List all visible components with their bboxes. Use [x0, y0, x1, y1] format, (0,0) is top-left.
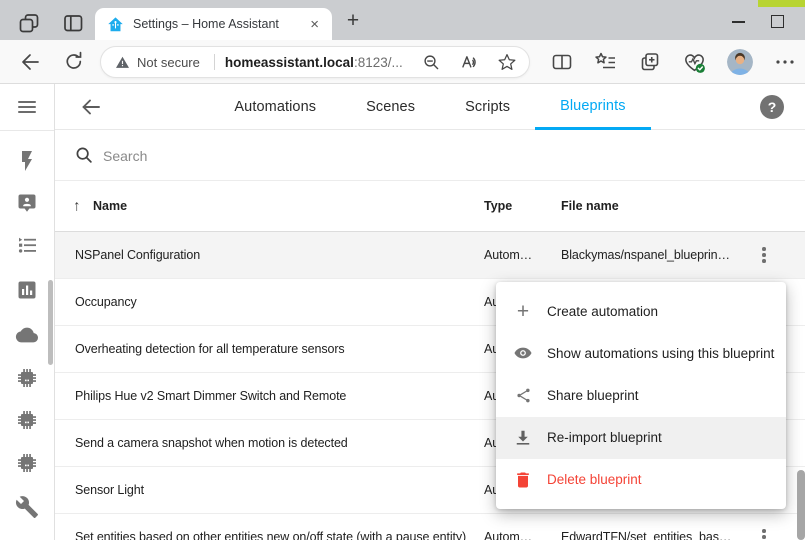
sidebar-item-chip-icon-2[interactable]	[15, 408, 39, 432]
row-name: NSPanel Configuration	[75, 248, 200, 262]
row-overflow-icon[interactable]	[752, 243, 776, 267]
search-input[interactable]	[101, 142, 705, 170]
sidebar-item-map-person-icon[interactable]	[15, 191, 39, 215]
tab-scripts[interactable]: Scripts	[440, 84, 535, 130]
split-screen-icon[interactable]	[550, 50, 574, 74]
row-name: Set entities based on other entities new…	[75, 530, 466, 540]
sidebar-item-logbook-icon[interactable]	[15, 233, 39, 257]
share-icon	[513, 385, 533, 405]
row-file: Blackymas/nspanel_blueprin…	[561, 248, 730, 262]
sidebar-scrollbar[interactable]	[48, 280, 53, 365]
close-tab-icon[interactable]: ×	[307, 16, 322, 33]
ha-nav-tabs: Automations Scenes Scripts Blueprints	[55, 84, 805, 130]
sidebar-item-cloud-icon[interactable]	[15, 323, 39, 347]
delete-icon	[513, 470, 533, 490]
url-suffix[interactable]: :8123/...	[354, 55, 403, 70]
more-menu-icon[interactable]	[773, 50, 797, 74]
menu-item-create-automation[interactable]: + Create automation	[496, 290, 786, 332]
row-type: Autom…	[484, 248, 532, 262]
ha-sidebar	[0, 84, 55, 540]
new-tab-icon[interactable]: +	[341, 8, 365, 34]
row-file: EdwardTFN/set_entities_bas…	[561, 530, 731, 540]
favorites-list-icon[interactable]	[594, 50, 618, 74]
menu-item-delete-blueprint[interactable]: Delete blueprint	[496, 459, 786, 501]
table-row[interactable]: Set entities based on other entities new…	[55, 514, 805, 540]
row-type: Autom…	[484, 530, 532, 540]
download-icon	[513, 428, 533, 448]
back-icon[interactable]	[18, 50, 42, 74]
help-icon[interactable]: ?	[760, 95, 784, 119]
browser-tabstrip: Settings – Home Assistant × +	[0, 0, 805, 40]
browser-toolbar: Not secure homeassistant.local:8123/...	[0, 40, 805, 84]
sidebar-item-chip-icon-1[interactable]	[15, 366, 39, 390]
collections-icon[interactable]	[638, 50, 662, 74]
row-name: Sensor Light	[75, 483, 144, 497]
column-file-name[interactable]: File name	[561, 199, 619, 213]
menu-item-show-automations[interactable]: Show automations using this blueprint	[496, 332, 786, 374]
not-secure-warning-icon	[115, 55, 130, 70]
favorite-star-icon[interactable]	[497, 52, 517, 72]
row-name: Occupancy	[75, 295, 137, 309]
browser-window: { "colors": { "accent_blue": "#03a9f4", …	[0, 0, 805, 540]
plus-icon: +	[513, 301, 533, 321]
row-name: Send a camera snapshot when motion is de…	[75, 436, 348, 450]
home-assistant-favicon	[107, 16, 124, 33]
read-aloud-icon[interactable]	[459, 52, 480, 73]
security-label[interactable]: Not secure	[137, 55, 200, 70]
menu-item-reimport-blueprint[interactable]: Re-import blueprint	[496, 417, 786, 459]
workspaces-panel-icon[interactable]	[61, 11, 85, 35]
row-name: Overheating detection for all temperatur…	[75, 342, 345, 356]
sidebar-item-chip-icon-3[interactable]	[15, 451, 39, 475]
zoom-out-icon[interactable]	[421, 52, 442, 73]
tab-blueprints[interactable]: Blueprints	[535, 84, 650, 130]
desktop-background-strip	[758, 0, 805, 7]
row-name: Philips Hue v2 Smart Dimmer Switch and R…	[75, 389, 346, 403]
blueprint-context-menu: + Create automation Show automations usi…	[496, 282, 786, 509]
profile-avatar[interactable]	[727, 49, 753, 75]
address-bar[interactable]: Not secure homeassistant.local:8123/...	[100, 46, 530, 78]
sidebar-item-history-icon[interactable]	[15, 278, 39, 302]
sort-asc-icon[interactable]: ↑	[73, 198, 81, 215]
sidebar-header	[0, 84, 54, 131]
menu-item-share-blueprint[interactable]: Share blueprint	[496, 374, 786, 416]
tab-title: Settings – Home Assistant	[133, 17, 307, 31]
minimize-icon[interactable]	[732, 21, 745, 23]
row-overflow-icon[interactable]	[752, 525, 776, 540]
browser-tab[interactable]: Settings – Home Assistant ×	[95, 8, 332, 40]
refresh-icon[interactable]	[62, 50, 86, 74]
tab-automations[interactable]: Automations	[209, 84, 341, 130]
table-header: ↑ Name Type File name	[55, 181, 805, 232]
column-type[interactable]: Type	[484, 199, 512, 213]
column-name[interactable]: Name	[93, 199, 127, 213]
tab-scenes[interactable]: Scenes	[341, 84, 440, 130]
tab-actions-icon[interactable]	[17, 11, 41, 35]
eye-icon	[513, 343, 533, 363]
table-row[interactable]: NSPanel Configuration Autom… Blackymas/n…	[55, 232, 805, 279]
url-host[interactable]: homeassistant.local	[225, 55, 354, 70]
ha-header: Automations Scenes Scripts Blueprints ?	[55, 84, 805, 130]
search-row	[55, 130, 805, 181]
browser-essentials-icon[interactable]	[682, 50, 707, 75]
sidebar-item-energy-icon[interactable]	[15, 149, 39, 173]
search-icon	[73, 144, 95, 166]
address-bar-icons	[421, 52, 517, 73]
toolbar-right-icons	[550, 49, 797, 75]
sidebar-item-developer-tools-icon[interactable]	[15, 495, 39, 519]
address-divider	[214, 54, 215, 70]
sidebar-menu-icon[interactable]	[15, 95, 39, 119]
main-scrollbar[interactable]	[797, 470, 805, 540]
maximize-icon[interactable]	[771, 15, 784, 28]
